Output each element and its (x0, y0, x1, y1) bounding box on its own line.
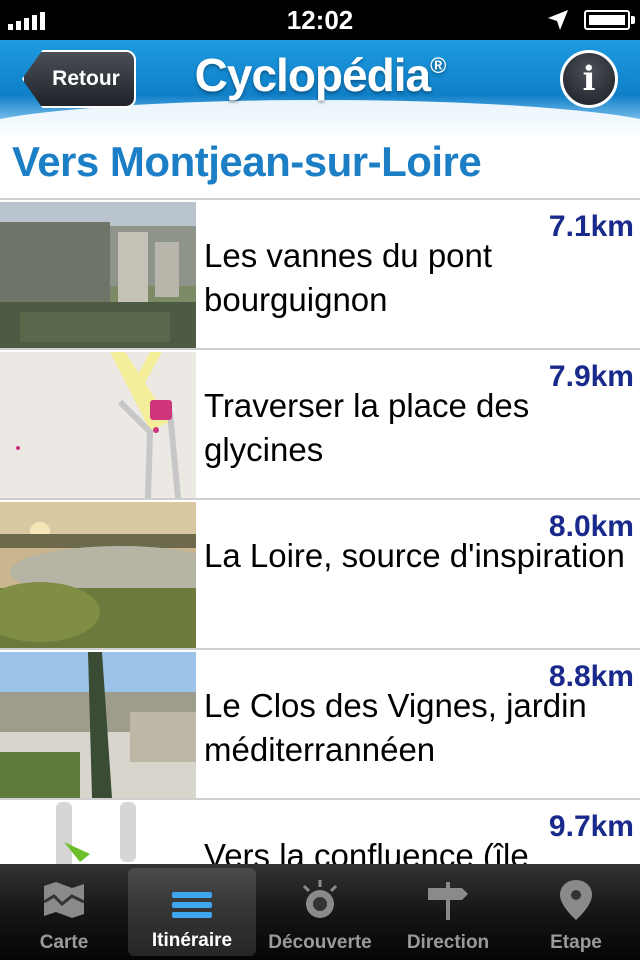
item-thumbnail (0, 652, 196, 798)
list-item[interactable]: 9.7km Vers la confluence (île (0, 800, 640, 864)
list-item[interactable]: 7.9km Traverser la place des glycines (0, 350, 640, 500)
tab-etape[interactable]: Etape (512, 864, 640, 960)
tab-carte[interactable]: Carte (0, 864, 128, 960)
list-item[interactable]: 8.0km La Loire, source d'inspiration (0, 500, 640, 650)
status-bar: 12:02 (0, 0, 640, 40)
item-thumbnail (0, 352, 196, 498)
tab-label: Itinéraire (151, 930, 233, 951)
item-title: Vers la confluence (île (204, 837, 529, 864)
list-item[interactable]: 7.1km Les vannes du pont bourguignon (0, 200, 640, 350)
tab-decouverte[interactable]: Découverte (256, 864, 384, 960)
list-icon (172, 892, 212, 918)
item-thumbnail (0, 802, 196, 864)
list-item[interactable]: 8.8km Le Clos des Vignes, jardin méditer… (0, 650, 640, 800)
item-title: Le Clos des Vignes, jardin méditerrannée… (204, 687, 587, 768)
info-icon: i (582, 59, 596, 99)
battery-icon (584, 10, 635, 30)
location-arrow-icon (548, 10, 568, 30)
signpost-icon (428, 882, 468, 920)
item-title: Les vannes du pont bourguignon (204, 237, 493, 318)
item-thumbnail (0, 502, 196, 648)
location-pin-icon (560, 880, 592, 920)
map-icon (43, 882, 85, 918)
nav-header: Retour Cyclopédia® i (0, 40, 640, 140)
itinerary-list[interactable]: 7.1km Les vannes du pont bourguignon 7.9… (0, 198, 640, 864)
tab-itineraire[interactable]: Itinéraire (128, 868, 256, 956)
tab-bar: Carte Itinéraire Découverte Direction Et… (0, 864, 640, 960)
brand-logo: Cyclopédia® (194, 49, 447, 101)
tab-label: Découverte (268, 932, 372, 953)
item-title: La Loire, source d'inspiration (204, 537, 625, 574)
status-time: 12:02 (286, 5, 354, 35)
tab-label: Direction (406, 932, 490, 953)
item-thumbnail (0, 202, 196, 348)
discovery-icon (302, 880, 338, 918)
tab-label: Carte (39, 932, 89, 953)
item-title: Traverser la place des glycines (204, 387, 530, 468)
page-title: Vers Montjean-sur-Loire (12, 138, 482, 185)
tab-label: Etape (550, 932, 602, 953)
info-button[interactable]: i (560, 50, 618, 108)
tab-direction[interactable]: Direction (384, 864, 512, 960)
